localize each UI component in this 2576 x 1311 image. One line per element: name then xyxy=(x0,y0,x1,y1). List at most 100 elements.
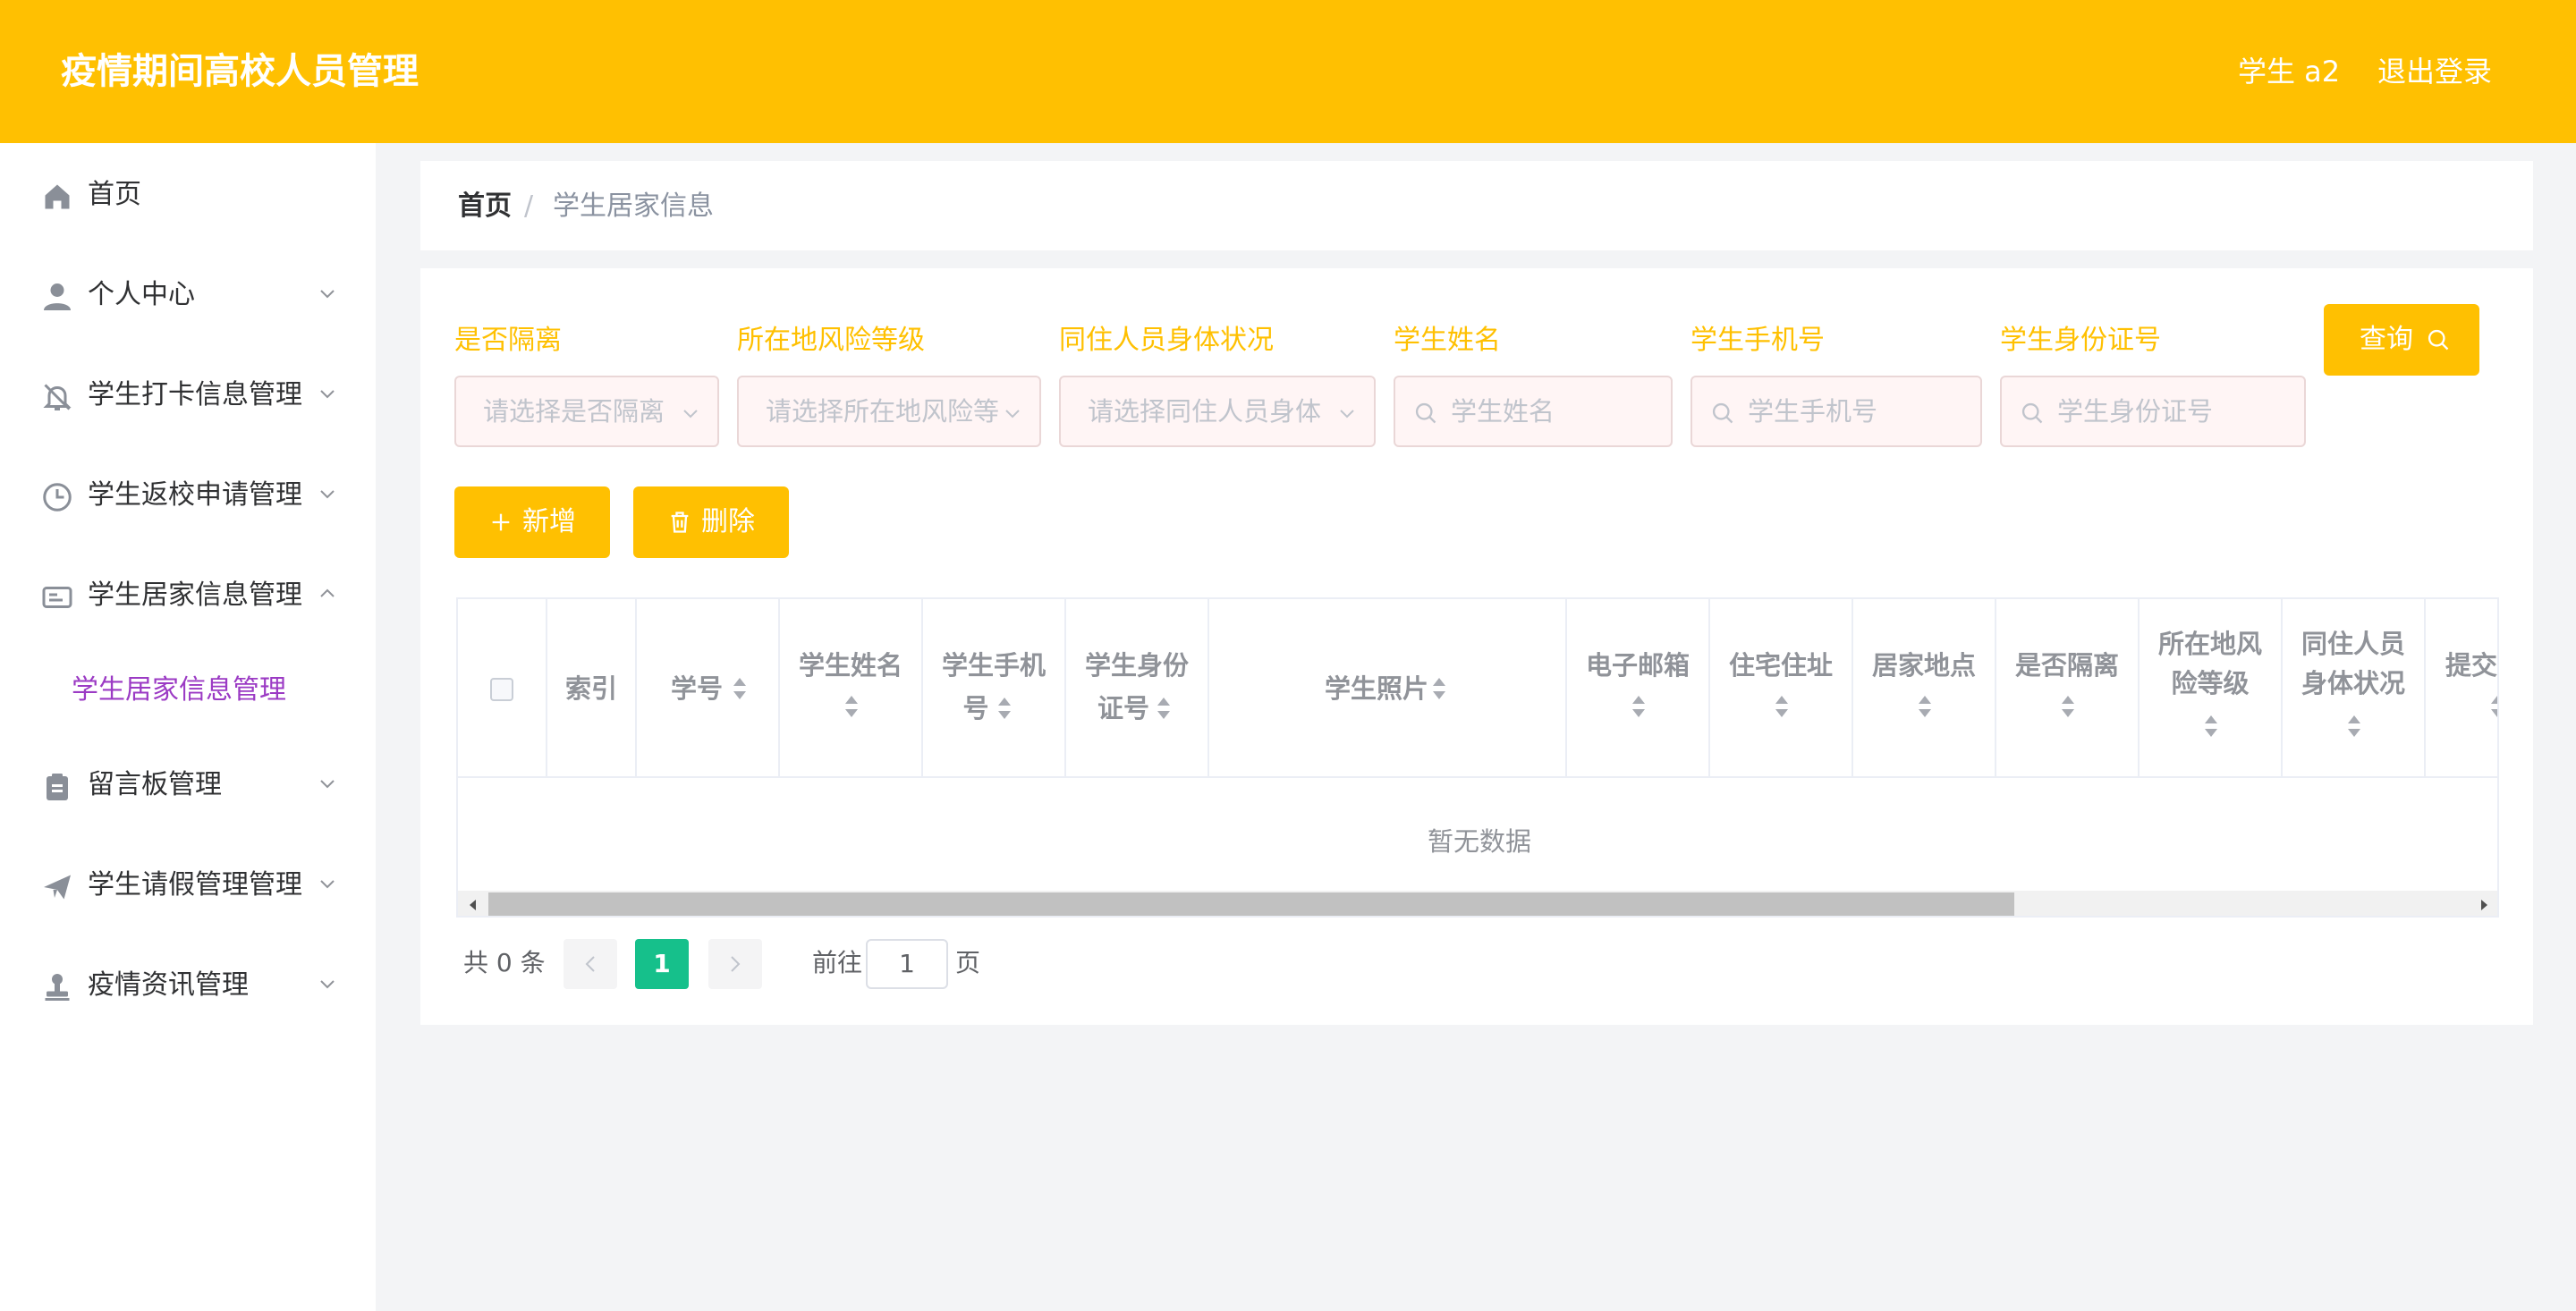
id-card-icon xyxy=(41,581,73,613)
app-title: 疫情期间高校人员管理 xyxy=(61,51,419,92)
select-placeholder: 请选择是否隔离 xyxy=(483,396,665,427)
sort-icon[interactable] xyxy=(2489,694,2497,719)
sidebar-item-label: 疫情资讯管理 xyxy=(88,969,249,1001)
search-icon xyxy=(1413,401,1438,426)
sidebar-item-label: 学生居家信息管理 xyxy=(88,579,302,611)
column-index: 索引 xyxy=(547,599,637,778)
column-isolation[interactable]: 是否隔离 xyxy=(1996,599,2140,778)
sort-icon[interactable] xyxy=(1156,696,1172,721)
select-placeholder: 请选择同住人员身体 xyxy=(1088,396,1322,427)
sort-icon[interactable] xyxy=(732,676,748,701)
column-address[interactable]: 住宅住址 xyxy=(1710,599,1853,778)
sidebar-item-message-board[interactable]: 留言板管理 xyxy=(0,749,376,821)
column-email[interactable]: 电子邮箱 xyxy=(1567,599,1710,778)
delete-button[interactable]: 删除 xyxy=(633,486,789,558)
column-risk-level[interactable]: 所在地风 险等级 xyxy=(2140,599,2283,778)
column-label: 证号 xyxy=(1097,693,1149,723)
add-button-label: 新增 xyxy=(522,506,576,537)
column-student-no[interactable]: 学号 xyxy=(637,599,780,778)
clock-icon xyxy=(41,481,73,513)
home-icon xyxy=(41,181,73,213)
column-cohabitant-health[interactable]: 同住人员 身体状况 xyxy=(2283,599,2426,778)
scrollbar-thumb[interactable] xyxy=(488,892,2014,916)
isolation-select[interactable]: 请选择是否隔离 xyxy=(454,376,719,447)
column-label: 所在地风 xyxy=(2157,629,2262,659)
horizontal-scrollbar[interactable] xyxy=(458,891,2497,916)
main-content: 是否隔离 所在地风险等级 同住人员身体状况 学生姓名 学生手机号 学生身份证号 … xyxy=(420,268,2533,1025)
empty-state-text: 暂无数据 xyxy=(1427,826,1531,857)
pagination-prev-button[interactable] xyxy=(564,939,617,989)
column-label: 学号 xyxy=(670,673,723,704)
cohabitant-health-filter-label: 同住人员身体状况 xyxy=(1059,325,1274,356)
sort-icon[interactable] xyxy=(1631,694,1647,719)
current-user-label: 学生 a2 xyxy=(2238,55,2341,89)
sidebar-item-home[interactable]: 首页 xyxy=(0,159,376,231)
sort-icon[interactable] xyxy=(1917,694,1933,719)
breadcrumb-home[interactable]: 首页 xyxy=(458,188,512,225)
scroll-right-arrow-icon[interactable] xyxy=(2478,898,2490,912)
column-student-photo[interactable]: 学生照片 xyxy=(1209,599,1567,778)
sort-icon[interactable] xyxy=(2060,694,2076,719)
sidebar-item-epidemic-news[interactable]: 疫情资讯管理 xyxy=(0,950,376,1021)
column-student-phone[interactable]: 学生手机 号 xyxy=(923,599,1066,778)
pagination-goto-input[interactable]: 1 xyxy=(866,939,948,989)
search-icon xyxy=(1710,401,1735,426)
sort-icon[interactable] xyxy=(2203,714,2219,739)
isolation-filter-label: 是否隔离 xyxy=(454,325,562,356)
input-placeholder: 学生手机号 xyxy=(1748,396,1878,427)
column-label: 提交 xyxy=(2445,650,2498,681)
cohabitant-health-select[interactable]: 请选择同住人员身体 xyxy=(1059,376,1376,447)
select-placeholder: 请选择所在地风险等 xyxy=(766,396,1000,427)
logout-link[interactable]: 退出登录 xyxy=(2377,50,2492,93)
pagination-page-suffix: 页 xyxy=(955,948,981,977)
risk-level-filter-label: 所在地风险等级 xyxy=(737,325,925,356)
column-home-location[interactable]: 居家地点 xyxy=(1853,599,1996,778)
submenu-item-home-info-management[interactable]: 学生居家信息管理 xyxy=(0,655,376,726)
student-name-input[interactable]: 学生姓名 xyxy=(1394,376,1673,447)
column-label: 住宅住址 xyxy=(1728,650,1833,681)
query-button[interactable]: 查询 xyxy=(2324,304,2479,376)
chevron-down-icon xyxy=(317,483,338,504)
student-id-filter-label: 学生身份证号 xyxy=(2000,325,2161,356)
column-submit[interactable]: 提交 xyxy=(2426,599,2498,778)
pagination-page-1[interactable]: 1 xyxy=(635,939,689,989)
sidebar-item-leave-management[interactable]: 学生请假管理管理 xyxy=(0,850,376,921)
sidebar-item-label: 留言板管理 xyxy=(88,769,222,800)
sidebar-item-label: 学生返校申请管理 xyxy=(88,479,302,511)
column-label: 索引 xyxy=(564,673,617,704)
select-all-checkbox[interactable] xyxy=(490,678,513,701)
chevron-down-icon xyxy=(317,773,338,794)
select-all-column xyxy=(458,599,547,778)
sidebar-item-personal-center[interactable]: 个人中心 xyxy=(0,259,376,331)
column-student-name[interactable]: 学生姓名 xyxy=(780,599,923,778)
scroll-left-arrow-icon[interactable] xyxy=(467,898,479,912)
delete-button-label: 删除 xyxy=(701,506,755,537)
column-label: 号 xyxy=(962,693,989,723)
column-student-id-card[interactable]: 学生身份 证号 xyxy=(1066,599,1209,778)
query-button-label: 查询 xyxy=(2360,324,2413,355)
sort-icon[interactable] xyxy=(1774,694,1790,719)
add-button[interactable]: 新增 xyxy=(454,486,610,558)
sidebar-item-checkin[interactable]: 学生打卡信息管理 xyxy=(0,359,376,431)
sort-icon[interactable] xyxy=(996,696,1013,721)
student-name-filter-label: 学生姓名 xyxy=(1394,325,1501,356)
sort-icon[interactable] xyxy=(843,694,860,719)
student-id-input[interactable]: 学生身份证号 xyxy=(2000,376,2306,447)
sidebar-item-return-application[interactable]: 学生返校申请管理 xyxy=(0,460,376,531)
breadcrumb: 首页 / 学生居家信息 xyxy=(420,161,2533,250)
student-phone-filter-label: 学生手机号 xyxy=(1690,325,1825,356)
sidebar-item-label: 个人中心 xyxy=(88,279,195,310)
sidebar-item-label: 学生打卡信息管理 xyxy=(88,379,302,410)
column-label: 学生姓名 xyxy=(798,650,902,681)
sort-icon[interactable] xyxy=(1431,676,1447,701)
search-icon xyxy=(2426,327,2451,352)
column-label: 电子邮箱 xyxy=(1585,650,1690,681)
sidebar-item-home-info[interactable]: 学生居家信息管理 xyxy=(0,560,376,631)
stamp-icon xyxy=(41,971,73,1003)
input-placeholder: 学生身份证号 xyxy=(2057,396,2214,427)
input-placeholder: 学生姓名 xyxy=(1451,396,1555,427)
student-phone-input[interactable]: 学生手机号 xyxy=(1690,376,1982,447)
risk-level-select[interactable]: 请选择所在地风险等 xyxy=(737,376,1041,447)
pagination-next-button[interactable] xyxy=(708,939,762,989)
sort-icon[interactable] xyxy=(2346,714,2362,739)
